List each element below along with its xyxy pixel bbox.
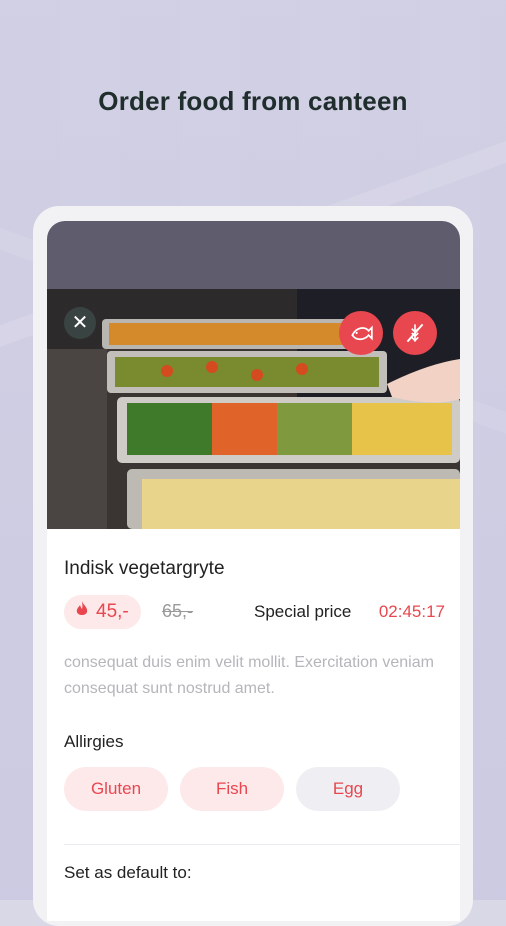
special-price-countdown: 02:45:17 [378, 602, 445, 621]
no-gluten-icon [406, 323, 424, 343]
special-price-label: Special price [254, 602, 352, 621]
allergies-label: Allirgies [64, 732, 124, 751]
dish-name: Indisk vegetargryte [64, 558, 225, 579]
old-price: 65,- [162, 601, 194, 621]
allergy-chip-gluten[interactable]: Gluten [64, 767, 168, 811]
dish-description: consequat duis enim velit mollit. Exerci… [64, 654, 434, 697]
headline: Order food from canteen [98, 86, 408, 116]
allergy-chip-fish[interactable]: Fish [180, 767, 284, 811]
header-band [47, 221, 460, 289]
current-price: 45,- [96, 601, 129, 622]
price-pill: 45,- [64, 595, 141, 629]
section-divider [64, 844, 460, 845]
close-button[interactable]: ✕ [64, 307, 96, 339]
fish-icon [351, 325, 373, 341]
fish-allergen-badge [339, 311, 383, 355]
price-row: 45,- 65,- Special price 02:45:17 [64, 595, 449, 629]
set-default-label: Set as default to: [64, 863, 192, 882]
no-gluten-badge [393, 311, 437, 355]
allergy-chip-egg[interactable]: Egg [296, 767, 400, 811]
flame-icon [74, 600, 90, 624]
